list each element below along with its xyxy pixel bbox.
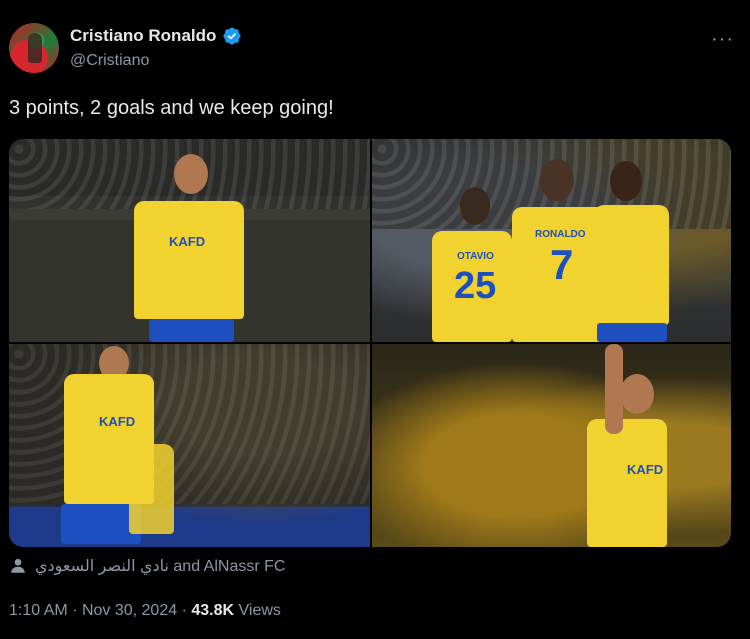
meta-separator: ·: [72, 602, 78, 619]
player-head: [460, 187, 490, 225]
player-shirt: [129, 444, 174, 534]
player-shirt: [134, 201, 244, 319]
avatar[interactable]: [9, 23, 59, 73]
author-handle[interactable]: @Cristiano: [70, 52, 149, 70]
player-head: [174, 154, 208, 194]
views-label: Views: [238, 602, 281, 619]
photo-1[interactable]: KAFD: [9, 139, 370, 342]
shirt-name-otavio: OTAVIO: [457, 251, 494, 262]
tweet-date[interactable]: Nov 30, 2024: [82, 602, 177, 619]
verified-badge-icon: [223, 27, 241, 45]
tagged-users-text[interactable]: نادي النصر السعودي and AlNassr FC: [35, 556, 285, 576]
player-shirt: [594, 205, 669, 325]
meta-separator: ·: [181, 602, 187, 619]
shirt-name-ronaldo: RONALDO: [535, 229, 586, 240]
player-head: [620, 374, 654, 414]
author-name[interactable]: Cristiano Ronaldo: [70, 26, 216, 46]
player-shorts: [597, 323, 667, 342]
player-head: [610, 161, 642, 201]
photo-4[interactable]: KAFD: [372, 344, 731, 547]
tweet-time[interactable]: 1:10 AM: [9, 602, 68, 619]
views-count: 43.8K: [191, 602, 235, 619]
tweet-text: 3 points, 2 goals and we keep going!: [9, 97, 334, 119]
player-head: [540, 159, 574, 201]
author-name-row[interactable]: Cristiano Ronaldo: [70, 26, 242, 46]
player-arm: [605, 344, 623, 434]
more-options-icon[interactable]: ···: [711, 28, 734, 51]
photo-3[interactable]: KAFD: [9, 344, 370, 547]
shirt-sponsor-text: KAFD: [99, 414, 136, 429]
person-icon: [11, 558, 25, 573]
tagged-users[interactable]: نادي النصر السعودي and AlNassr FC: [9, 556, 285, 576]
shirt-number-25: 25: [454, 265, 497, 307]
photo-2[interactable]: OTAVIO 25 RONALDO 7: [372, 139, 731, 342]
shirt-sponsor-text: KAFD: [627, 462, 664, 477]
media-grid[interactable]: KAFD OTAVIO 25 RONALDO 7 KAFD KAFD: [9, 139, 731, 547]
tweet-meta: 1:10 AM · Nov 30, 2024 · 43.8K Views: [9, 602, 281, 620]
shirt-sponsor-text: KAFD: [169, 234, 206, 249]
shirt-number-7: 7: [550, 241, 574, 288]
player-shirt: [587, 419, 667, 547]
player-shorts: [149, 319, 234, 342]
